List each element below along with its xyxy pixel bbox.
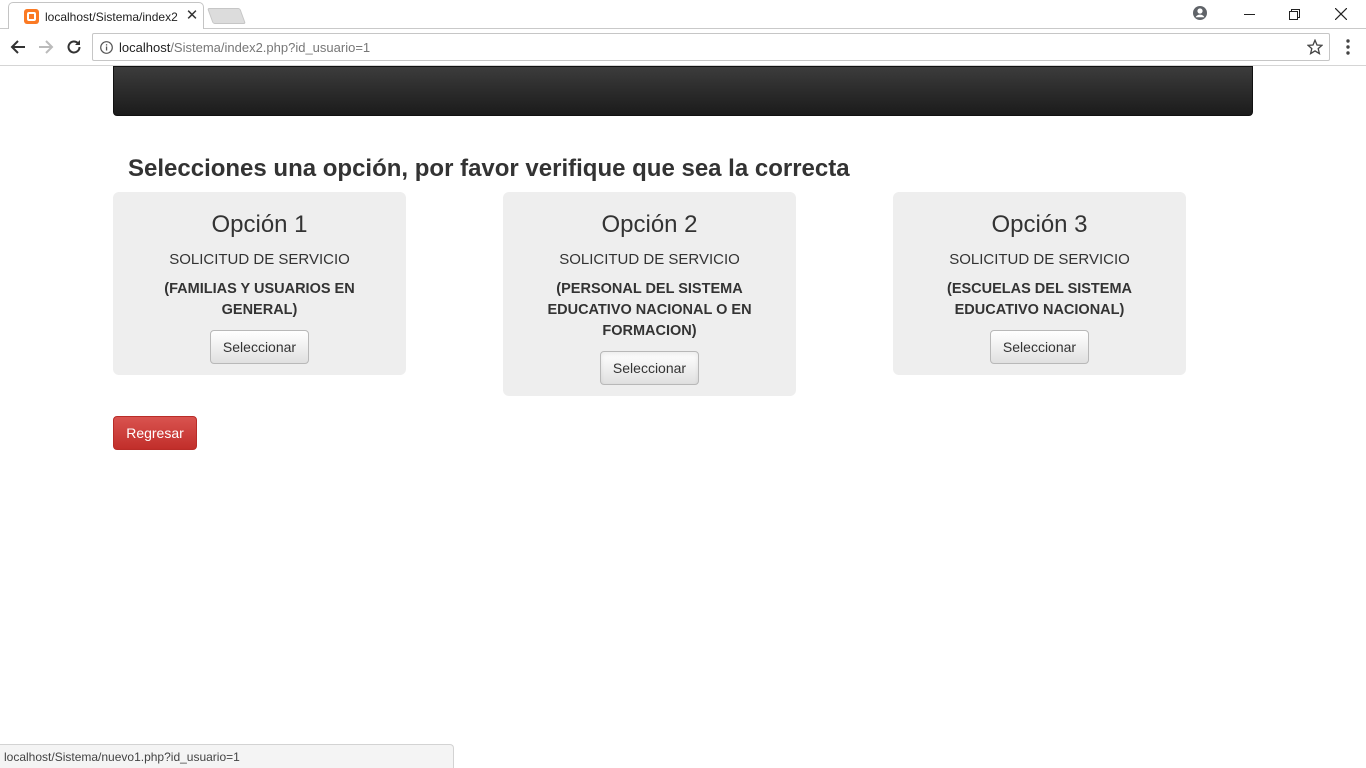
status-bubble: localhost/Sistema/nuevo1.php?id_usuario=… (0, 744, 454, 768)
url-path: /Sistema/index2.php?id_usuario=1 (170, 40, 371, 55)
browser-tabstrip: localhost/Sistema/index2 ✕ (0, 0, 1366, 30)
select-option-2-button[interactable]: Seleccionar (600, 351, 699, 385)
arrow-left-icon (10, 40, 25, 54)
back-nav-button[interactable] (8, 37, 28, 57)
restore-icon (1289, 8, 1300, 20)
option-card-2: Opción 2 SOLICITUD DE SERVICIO (PERSONAL… (503, 192, 796, 396)
option-description: (FAMILIAS Y USUARIOS EN GENERAL) (164, 281, 355, 318)
restore-button[interactable] (1272, 0, 1317, 28)
option-subtitle: SOLICITUD DE SERVICIO (949, 251, 1130, 268)
close-icon (1334, 8, 1347, 20)
new-tab-button[interactable] (207, 8, 246, 24)
address-bar[interactable]: localhost/Sistema/index2.php?id_usuario=… (92, 33, 1330, 61)
option-card-3: Opción 3 SOLICITUD DE SERVICIO (ESCUELAS… (893, 192, 1186, 375)
top-navbar (113, 66, 1253, 116)
regresar-button[interactable]: Regresar (113, 416, 197, 450)
tab-close-icon[interactable]: ✕ (185, 7, 199, 25)
option-description: (PERSONAL DEL SISTEMA EDUCATIVO NACIONAL… (547, 281, 752, 339)
close-window-button[interactable] (1318, 0, 1363, 28)
option-title: Opción 3 (991, 211, 1088, 238)
reload-button[interactable] (64, 37, 84, 57)
option-subtitle: SOLICITUD DE SERVICIO (559, 251, 740, 268)
option-description: (ESCUELAS DEL SISTEMA EDUCATIVO NACIONAL… (946, 281, 1133, 318)
url-host: localhost (119, 40, 171, 55)
profile-icon[interactable] (1192, 5, 1208, 21)
minimize-icon (1244, 13, 1255, 15)
url-text: localhost/Sistema/index2.php?id_usuario=… (119, 40, 370, 55)
browser-toolbar: localhost/Sistema/index2.php?id_usuario=… (0, 29, 1366, 66)
select-option-3-button[interactable]: Seleccionar (990, 330, 1089, 364)
option-title: Opción 2 (601, 211, 698, 238)
status-url: localhost/Sistema/nuevo1.php?id_usuario=… (4, 750, 240, 764)
tab-title: localhost/Sistema/index2 (45, 10, 178, 24)
option-title: Opción 1 (211, 211, 308, 238)
bookmark-star-icon[interactable] (1306, 38, 1324, 55)
info-icon[interactable] (100, 41, 113, 54)
select-option-1-button[interactable]: Seleccionar (210, 330, 309, 364)
reload-icon (67, 40, 81, 54)
browser-tab[interactable]: localhost/Sistema/index2 ✕ (8, 2, 204, 30)
arrow-right-icon (39, 40, 54, 54)
minimize-button[interactable] (1227, 0, 1272, 28)
option-subtitle: SOLICITUD DE SERVICIO (169, 251, 350, 268)
page-content: Selecciones una opción, por favor verifi… (0, 66, 1366, 768)
option-card-1: Opción 1 SOLICITUD DE SERVICIO (FAMILIAS… (113, 192, 406, 375)
page-heading: Selecciones una opción, por favor verifi… (128, 155, 850, 182)
xampp-favicon-icon (24, 9, 39, 24)
kebab-menu-icon[interactable] (1341, 37, 1355, 57)
forward-nav-button[interactable] (36, 37, 56, 57)
